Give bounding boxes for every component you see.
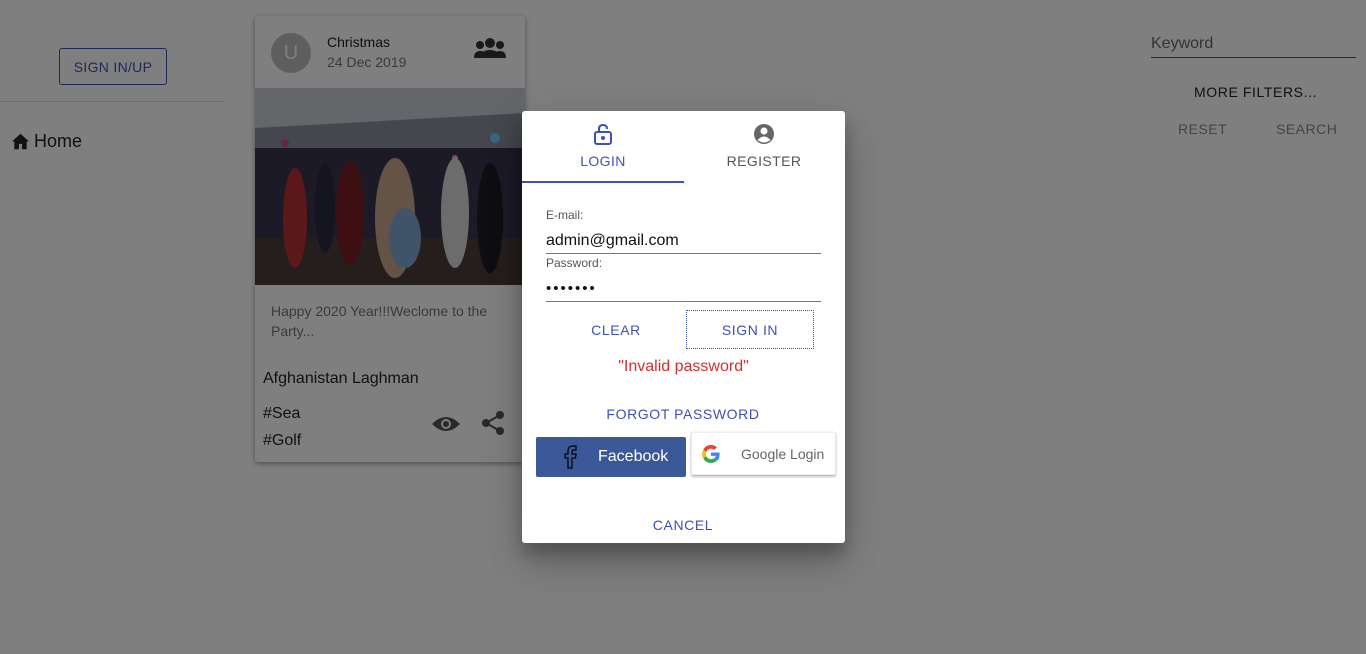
email-field[interactable] bbox=[546, 228, 821, 254]
facebook-icon bbox=[564, 445, 577, 469]
lock-open-icon bbox=[594, 123, 612, 145]
tab-register[interactable]: REGISTER bbox=[683, 111, 845, 183]
google-icon bbox=[702, 444, 720, 463]
tab-login[interactable]: LOGIN bbox=[522, 111, 684, 183]
password-label: Password: bbox=[546, 256, 603, 270]
login-dialog: LOGIN REGISTER E-mail: Password: CLEAR S… bbox=[522, 111, 845, 543]
tab-label: LOGIN bbox=[580, 153, 626, 169]
active-tab-indicator bbox=[522, 181, 684, 183]
error-message: "Invalid password" bbox=[618, 358, 749, 375]
tab-label: REGISTER bbox=[726, 153, 802, 169]
cancel-button[interactable]: CANCEL bbox=[633, 515, 733, 535]
password-field[interactable] bbox=[546, 276, 821, 302]
clear-button[interactable]: CLEAR bbox=[566, 310, 666, 349]
email-label: E-mail: bbox=[546, 208, 584, 222]
account-circle-icon bbox=[754, 124, 774, 144]
google-label: Google Login bbox=[741, 445, 825, 462]
google-login-button[interactable]: Google Login bbox=[691, 432, 836, 475]
facebook-login-button[interactable]: Facebook bbox=[536, 437, 686, 477]
sign-in-button[interactable]: SIGN IN bbox=[686, 310, 814, 349]
forgot-password-button[interactable]: FORGOT PASSWORD bbox=[583, 402, 783, 426]
facebook-label: Facebook bbox=[598, 448, 669, 465]
